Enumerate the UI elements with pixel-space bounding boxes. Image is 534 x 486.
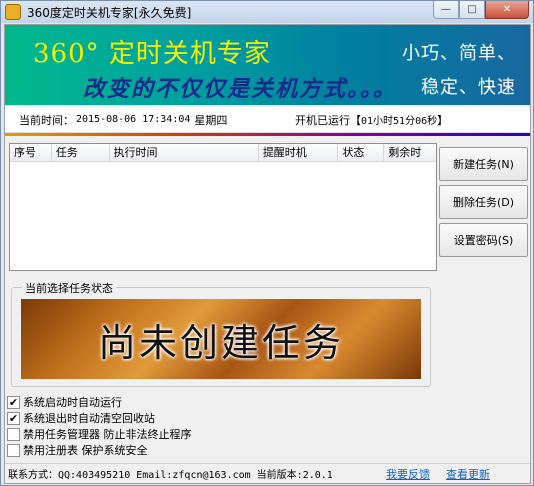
current-time-label: 当前时间：: [19, 113, 74, 127]
disable-taskmgr-label[interactable]: 禁用任务管理器 防止非法终止程序: [23, 426, 192, 442]
minimize-button[interactable]: —: [433, 1, 459, 19]
option-disable-taskmgr[interactable]: 禁用任务管理器 防止非法终止程序: [7, 426, 192, 442]
column-header-status[interactable]: 状态: [338, 144, 385, 161]
current-weekday: 星期四: [194, 113, 228, 127]
delete-task-button[interactable]: 删除任务(D): [439, 185, 528, 219]
current-time-value: 2015-08-06 17:34:04: [76, 114, 191, 125]
empty-recycle-label[interactable]: 系统退出时自动清空回收站: [23, 410, 155, 426]
set-password-button[interactable]: 设置密码(S): [439, 223, 528, 257]
task-table-header: 序号 任务 执行时间 提醒时机 状态 剩余时: [10, 144, 436, 162]
new-task-button[interactable]: 新建任务(N): [439, 147, 528, 181]
banner-slogan: 改变的不仅仅是关机方式。。。: [83, 77, 398, 102]
task-table[interactable]: 序号 任务 执行时间 提醒时机 状态 剩余时: [9, 143, 437, 271]
options-list: ✔ 系统启动时自动运行 ✔ 系统退出时自动清空回收站 禁用任务管理器 防止非法终…: [7, 394, 192, 458]
feedback-link[interactable]: 我要反馈: [386, 466, 430, 482]
column-header-exec-time[interactable]: 执行时间: [110, 144, 259, 161]
autostart-label[interactable]: 系统启动时自动运行: [23, 394, 122, 410]
task-status-message: 尚未创建任务: [97, 320, 344, 365]
disable-taskmgr-checkbox[interactable]: [7, 427, 20, 441]
close-button[interactable]: ✕: [485, 1, 529, 19]
autostart-checkbox[interactable]: ✔: [7, 395, 20, 409]
window-title: 360度定时关机专家[永久免费]: [27, 5, 192, 20]
uptime-suffix: 】: [437, 113, 449, 127]
uptime-label: 开机已运行【: [295, 113, 361, 127]
uptime: 开机已运行【01小时51分06秒】: [295, 112, 448, 128]
contact-info: 联系方式：QQ:403495210 Email:zfqcn@163.com 当前…: [8, 470, 333, 481]
column-header-index[interactable]: 序号: [10, 144, 52, 161]
banner-tagline-2: 稳定、快速: [421, 77, 516, 98]
disable-registry-checkbox[interactable]: [7, 443, 20, 457]
banner-tagline-1: 小巧、简单、: [402, 43, 516, 64]
uptime-value: 01小时51分06秒: [361, 115, 438, 127]
status-row: 当前时间： 2015-08-06 17:34:04 星期四 开机已运行【01小时…: [5, 107, 530, 133]
window-controls: — □ ✕: [433, 1, 529, 19]
title-bar[interactable]: 360度定时关机专家[永久免费] — □ ✕: [1, 1, 533, 23]
task-status-group: 当前选择任务状态 尚未创建任务: [11, 280, 431, 387]
client-area: 360° 定时关机专家 改变的不仅仅是关机方式。。。 小巧、简单、 稳定、快速 …: [4, 24, 531, 484]
gradient-divider: [5, 133, 530, 136]
desert-image: 尚未创建任务: [21, 299, 421, 379]
option-autostart[interactable]: ✔ 系统启动时自动运行: [7, 394, 192, 410]
action-buttons: 新建任务(N) 删除任务(D) 设置密码(S): [439, 147, 531, 261]
task-status-legend: 当前选择任务状态: [22, 280, 116, 296]
maximize-button[interactable]: □: [459, 1, 485, 19]
empty-recycle-checkbox[interactable]: ✔: [7, 411, 20, 425]
footer: 联系方式：QQ:403495210 Email:zfqcn@163.com 当前…: [5, 463, 530, 483]
column-header-reminder[interactable]: 提醒时机: [259, 144, 339, 161]
app-icon: [5, 4, 21, 20]
disable-registry-label[interactable]: 禁用注册表 保护系统安全: [23, 442, 148, 458]
app-window: 360度定时关机专家[永久免费] — □ ✕ 360° 定时关机专家 改变的不仅…: [0, 0, 534, 486]
column-header-task[interactable]: 任务: [52, 144, 110, 161]
banner: 360° 定时关机专家 改变的不仅仅是关机方式。。。 小巧、简单、 稳定、快速: [5, 25, 530, 105]
check-update-link[interactable]: 查看更新: [446, 466, 490, 482]
option-empty-recycle[interactable]: ✔ 系统退出时自动清空回收站: [7, 410, 192, 426]
option-disable-registry[interactable]: 禁用注册表 保护系统安全: [7, 442, 192, 458]
banner-title: 360° 定时关机专家: [33, 39, 271, 69]
column-header-remaining[interactable]: 剩余时: [384, 144, 436, 161]
